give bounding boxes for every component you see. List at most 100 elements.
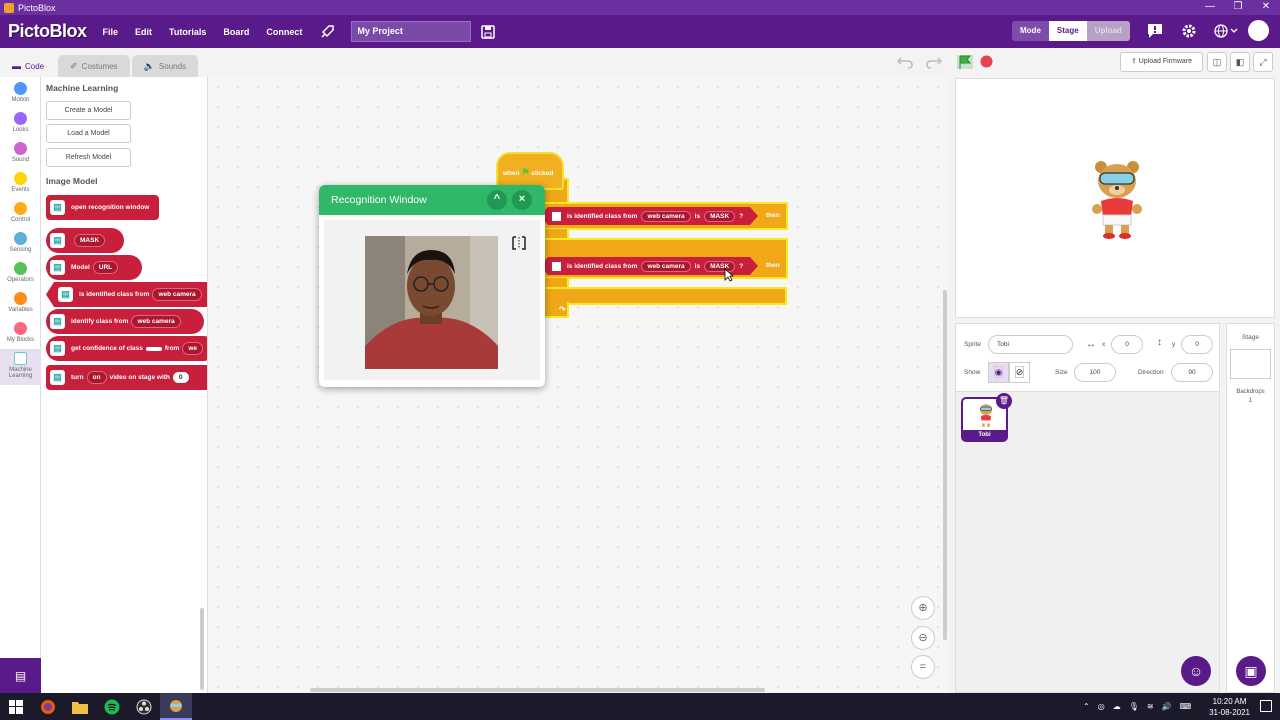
clock[interactable]: 10:20 AM 31-08-2021 [1209, 696, 1250, 718]
stage-panel[interactable]: Stage Backdrops 1 [1226, 323, 1275, 693]
menu-file[interactable]: File [103, 27, 119, 37]
network-status-icon[interactable]: ◎ [1098, 702, 1105, 711]
fullscreen-icon[interactable] [512, 236, 526, 250]
condition-block-1[interactable]: is identified class from web camera is M… [540, 207, 758, 225]
tab-costumes[interactable]: ✐ Costumes [58, 55, 130, 77]
stage-thumbnail[interactable] [1230, 349, 1271, 379]
category-motion[interactable]: Motion [0, 82, 41, 103]
block-mask-reporter[interactable]: ▤ MASK [46, 228, 124, 253]
category-sound[interactable]: Sound [0, 142, 41, 163]
mode-upload-button[interactable]: Upload [1086, 21, 1130, 41]
class-input[interactable] [145, 346, 162, 351]
zoom-in-button[interactable]: ⊕ [911, 596, 935, 620]
save-icon[interactable] [481, 24, 496, 39]
microphone-icon[interactable]: 🎙 [1129, 702, 1139, 711]
avatar[interactable] [1248, 20, 1269, 41]
close-button[interactable]: × [512, 190, 532, 210]
obs-button[interactable] [128, 693, 160, 720]
spotify-button[interactable] [96, 693, 128, 720]
volume-icon[interactable]: 🔊 [1162, 702, 1172, 711]
redo-icon[interactable] [926, 55, 942, 69]
project-name-input[interactable]: My Project [351, 21, 472, 42]
chevron-up-icon[interactable]: ⌃ [1083, 702, 1090, 711]
block-turn-video[interactable]: ▤ turn on video on stage with 0 [46, 365, 207, 390]
menu-edit[interactable]: Edit [135, 27, 152, 37]
block-model-reporter[interactable]: ▤ Model URL [46, 255, 142, 280]
source-dropdown[interactable]: web camera [641, 211, 690, 222]
category-events[interactable]: Events [0, 172, 41, 193]
source-dropdown[interactable]: web camera [131, 315, 181, 328]
size-input[interactable]: 100 [1074, 363, 1116, 382]
close-button[interactable]: ✕ [1252, 0, 1280, 15]
add-sprite-button[interactable]: ☺ [1181, 656, 1211, 686]
tab-code[interactable]: ▬ Code [0, 55, 57, 77]
category-variables[interactable]: Variables [0, 292, 41, 313]
block-open-recognition-window[interactable]: ▤ open recognition window [46, 195, 159, 220]
script-workspace[interactable] [208, 77, 948, 693]
globe-icon[interactable] [1213, 23, 1239, 39]
block-identify-class[interactable]: ▤ identify class from web camera [46, 309, 204, 334]
zoom-reset-button[interactable]: = [911, 655, 935, 679]
large-stage-button[interactable]: ◧ [1230, 52, 1250, 72]
menu-connect[interactable]: Connect [266, 27, 302, 37]
fullscreen-button[interactable]: ⤢ [1253, 52, 1273, 72]
recognition-window-header[interactable]: Recognition Window ^ × [319, 185, 545, 215]
refresh-model-button[interactable]: Refresh Model [46, 148, 131, 167]
category-my-blocks[interactable]: My Blocks [0, 322, 41, 343]
sprite-name-input[interactable]: Tobi [988, 335, 1073, 354]
block-is-identified-class[interactable]: ▤ is identified class from web camera [46, 282, 207, 307]
category-control[interactable]: Control [0, 202, 41, 223]
class-dropdown[interactable]: MASK [704, 211, 735, 222]
tobi-sprite[interactable] [1091, 157, 1143, 239]
firefox-button[interactable] [32, 693, 64, 720]
upload-firmware-button[interactable]: ⇪ Upload Firmware [1120, 52, 1203, 72]
green-flag-icon[interactable] [956, 54, 974, 70]
category-machine-learning[interactable]: Machine Learning [0, 349, 41, 385]
app-logo[interactable]: PictoBlox [8, 21, 87, 42]
direction-input[interactable]: 90 [1171, 363, 1213, 382]
undo-icon[interactable] [897, 55, 913, 69]
video-dropdown[interactable]: on [86, 371, 107, 384]
keyboard-icon[interactable]: ⌨ [1180, 702, 1192, 711]
block-get-confidence[interactable]: ▤ get confidence of class from we [46, 336, 207, 361]
minimize-button[interactable]: — [1196, 0, 1224, 15]
rocket-icon[interactable] [319, 24, 335, 40]
model-dropdown[interactable]: URL [92, 261, 119, 274]
menu-board[interactable]: Board [223, 27, 249, 37]
maximize-button[interactable]: ❒ [1224, 0, 1252, 15]
start-button[interactable] [0, 693, 32, 720]
stop-icon[interactable] [980, 55, 993, 68]
source-dropdown[interactable]: we [182, 342, 204, 355]
workspace-vertical-scrollbar[interactable] [943, 290, 947, 640]
file-explorer-button[interactable] [64, 693, 96, 720]
y-input[interactable]: 0 [1181, 335, 1213, 354]
transparency-input[interactable]: 0 [172, 372, 189, 383]
load-model-button[interactable]: Load a Model [46, 124, 131, 143]
add-extension-button[interactable]: ▤ [0, 658, 41, 693]
x-input[interactable]: 0 [1111, 335, 1143, 354]
add-backdrop-button[interactable]: ▣ [1236, 656, 1266, 686]
source-dropdown[interactable]: web camera [641, 261, 690, 272]
class-dropdown[interactable]: MASK [74, 234, 106, 247]
pictoblox-taskbar-button[interactable] [160, 693, 192, 720]
source-dropdown[interactable]: web camera [152, 288, 202, 301]
feedback-icon[interactable] [1146, 23, 1164, 39]
zoom-out-button[interactable]: ⊖ [911, 626, 935, 650]
minimize-button[interactable]: ^ [487, 190, 507, 210]
show-hidden-button[interactable]: ⊘ [1009, 362, 1030, 383]
menu-tutorials[interactable]: Tutorials [169, 27, 206, 37]
stage[interactable] [955, 78, 1275, 318]
category-looks[interactable]: Looks [0, 112, 41, 133]
tab-sounds[interactable]: 🔈 Sounds [131, 55, 199, 77]
small-stage-button[interactable]: ◫ [1207, 52, 1227, 72]
sprite-card[interactable]: Tobi 🗑 [961, 393, 1012, 442]
create-model-button[interactable]: Create a Model [46, 101, 131, 120]
delete-sprite-button[interactable]: 🗑 [996, 393, 1012, 409]
workspace-horizontal-scrollbar[interactable] [310, 688, 765, 692]
category-operators[interactable]: Operators [0, 262, 41, 283]
category-sensing[interactable]: Sensing [0, 232, 41, 253]
show-visible-button[interactable]: ◉ [988, 362, 1009, 383]
notification-icon[interactable] [1260, 700, 1272, 712]
wifi-icon[interactable]: ≋ [1147, 702, 1154, 711]
gear-icon[interactable] [1180, 23, 1198, 39]
